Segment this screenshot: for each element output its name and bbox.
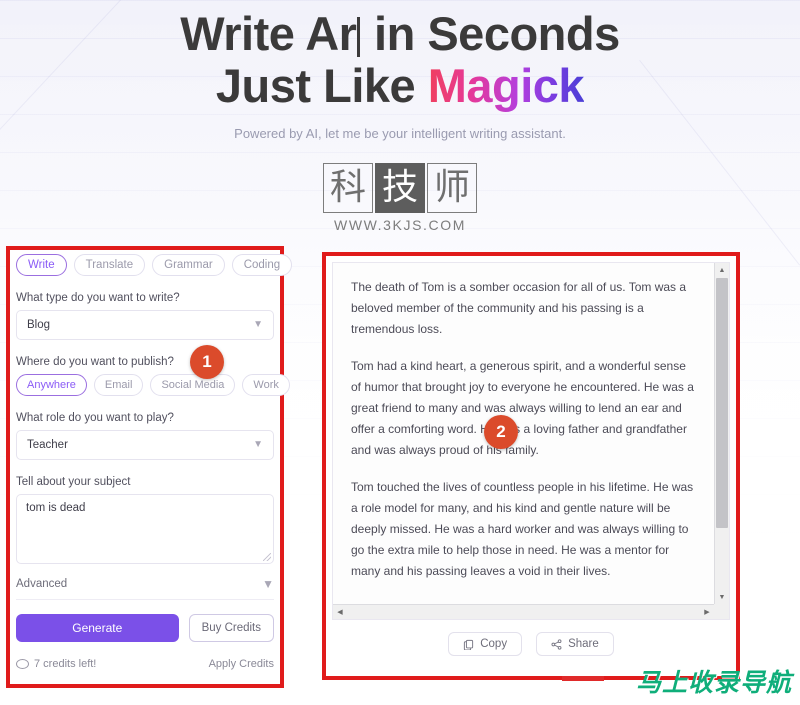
apply-credits-link[interactable]: Apply Credits bbox=[209, 658, 274, 670]
tab-translate[interactable]: Translate bbox=[73, 254, 146, 276]
hero-section: Write Ar in Seconds Just Like Magick Pow… bbox=[0, 0, 800, 142]
generate-button[interactable]: Generate bbox=[16, 614, 179, 642]
output-panel: The death of Tom is a somber occasion fo… bbox=[332, 262, 730, 620]
mode-tabs: Write Translate Grammar Coding bbox=[16, 254, 293, 276]
publish-option-anywhere[interactable]: Anywhere bbox=[16, 374, 87, 396]
vertical-scrollbar-thumb[interactable] bbox=[716, 278, 728, 528]
publish-option-email[interactable]: Email bbox=[93, 374, 144, 396]
scroll-right-icon[interactable]: ▶ bbox=[700, 605, 714, 619]
logo-characters: 科 技 师 bbox=[320, 163, 480, 213]
subject-label: Tell about your subject bbox=[16, 476, 131, 488]
site-logo: 科 技 师 WWW.3KJS.COM bbox=[320, 163, 480, 233]
output-paragraph: Tom touched the lives of countless peopl… bbox=[351, 480, 694, 578]
page-title: Write Ar in Seconds Just Like Magick bbox=[0, 8, 800, 112]
resize-handle-icon[interactable] bbox=[263, 553, 271, 561]
watermark-text: 马上收录导航 bbox=[635, 668, 792, 697]
publish-option-work[interactable]: Work bbox=[242, 374, 290, 396]
output-paragraph: We can take comfort in the fact that Tom… bbox=[351, 598, 697, 603]
text-cursor-icon bbox=[357, 17, 361, 57]
output-paragraph: Tom had a kind heart, a generous spirit,… bbox=[351, 359, 694, 457]
logo-url: WWW.3KJS.COM bbox=[334, 217, 466, 233]
scroll-down-icon[interactable]: ▼ bbox=[715, 590, 729, 604]
credits-row: 7 credits left! Apply Credits bbox=[16, 658, 274, 670]
scroll-left-icon[interactable]: ◀ bbox=[333, 605, 347, 619]
generated-text[interactable]: The death of Tom is a somber occasion fo… bbox=[333, 263, 713, 603]
tab-coding[interactable]: Coding bbox=[231, 254, 293, 276]
role-select-value: Teacher bbox=[27, 439, 68, 451]
type-select-value: Blog bbox=[27, 319, 51, 331]
publish-question-label: Where do you want to publish? bbox=[16, 356, 174, 368]
type-select[interactable]: Blog ▼ bbox=[16, 310, 274, 340]
credits-status: 7 credits left! bbox=[16, 658, 96, 670]
tab-grammar[interactable]: Grammar bbox=[152, 254, 225, 276]
share-button[interactable]: Share bbox=[536, 632, 614, 656]
subject-textarea-value: tom is dead bbox=[26, 502, 86, 514]
publish-option-social-media[interactable]: Social Media bbox=[150, 374, 236, 396]
type-question-label: What type do you want to write? bbox=[16, 292, 180, 304]
writing-form: Write Translate Grammar Coding What type… bbox=[16, 254, 293, 670]
hero-subtitle: Powered by AI, let me be your intelligen… bbox=[234, 126, 566, 141]
form-actions: Generate Buy Credits bbox=[16, 614, 274, 642]
chevron-down-icon: ▼ bbox=[262, 577, 274, 591]
copy-button-label: Copy bbox=[480, 638, 508, 650]
buy-credits-button[interactable]: Buy Credits bbox=[188, 614, 274, 642]
advanced-label: Advanced bbox=[16, 578, 68, 590]
share-button-label: Share bbox=[568, 638, 599, 650]
chevron-down-icon: ▼ bbox=[253, 439, 263, 450]
scrollbar-corner bbox=[714, 604, 729, 619]
role-select[interactable]: Teacher ▼ bbox=[16, 430, 274, 460]
share-icon bbox=[551, 638, 562, 650]
logo-char-1: 科 bbox=[323, 163, 373, 213]
publish-options: Anywhere Email Social Media Work bbox=[16, 374, 290, 396]
output-actions: Copy Share bbox=[332, 632, 730, 656]
credits-text: 7 credits left! bbox=[34, 658, 97, 670]
headline-text-part2: in Seconds bbox=[361, 7, 620, 60]
logo-char-3: 师 bbox=[427, 163, 477, 213]
vertical-scrollbar[interactable]: ▲ ▼ bbox=[714, 263, 729, 604]
coin-icon bbox=[16, 659, 29, 669]
copy-button[interactable]: Copy bbox=[448, 632, 523, 656]
output-paragraph: The death of Tom is a somber occasion fo… bbox=[351, 280, 687, 336]
annotation-badge-1: 1 bbox=[190, 345, 224, 379]
headline-highlight: Magick bbox=[427, 59, 585, 112]
tab-write[interactable]: Write bbox=[16, 254, 67, 276]
scroll-up-icon[interactable]: ▲ bbox=[715, 263, 729, 277]
chevron-down-icon: ▼ bbox=[253, 319, 263, 330]
role-question-label: What role do you want to play? bbox=[16, 412, 174, 424]
watermark-accent-bar bbox=[562, 676, 604, 681]
horizontal-scrollbar[interactable]: ◀ ▶ bbox=[333, 604, 714, 619]
subject-textarea[interactable]: tom is dead bbox=[16, 494, 274, 564]
headline-line2-prefix: Just Like bbox=[215, 59, 428, 112]
clipboard-icon bbox=[463, 639, 474, 650]
logo-char-2: 技 bbox=[375, 163, 425, 213]
advanced-toggle[interactable]: Advanced ▼ bbox=[16, 578, 274, 600]
headline-text-part1: Write Ar bbox=[180, 7, 357, 60]
annotation-badge-2: 2 bbox=[484, 415, 518, 449]
